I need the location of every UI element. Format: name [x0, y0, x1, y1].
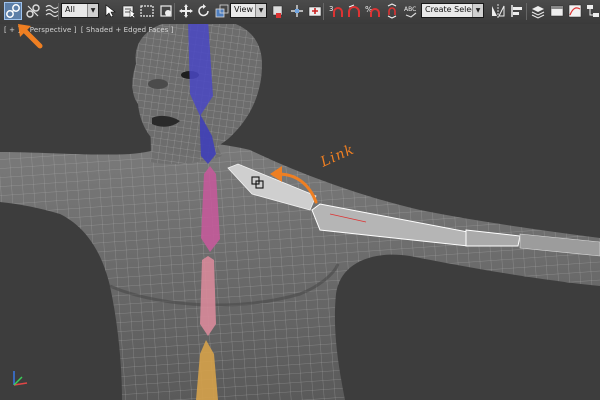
manipulate-icon	[291, 5, 303, 17]
viewport-shading-mode[interactable]: [ Shaded + Edged Faces ]	[81, 26, 174, 34]
toolbar-separator	[174, 3, 175, 20]
rotate-icon	[198, 4, 209, 17]
axis-tripod-icon	[13, 371, 28, 386]
named-selection-icon: ABC	[404, 6, 417, 18]
layers-icon	[531, 6, 545, 19]
window-crossing-icon	[160, 5, 172, 17]
main-toolbar: All ▼ View ▼ 3 % ABC Create Sele ▼	[0, 0, 600, 25]
pivot-center-button[interactable]	[269, 2, 287, 20]
toolbar-separator	[526, 3, 527, 20]
pivot-center-icon	[272, 5, 283, 18]
keyboard-override-icon	[308, 6, 322, 17]
chevron-down-icon: ▼	[255, 4, 266, 17]
character-mesh	[0, 24, 600, 400]
svg-text:3: 3	[329, 5, 333, 13]
layer-manager-button[interactable]	[529, 2, 547, 20]
window-crossing-button[interactable]	[157, 2, 175, 20]
move-arrows-icon	[179, 4, 193, 18]
perspective-viewport[interactable]: [ + ] [ Perspective ] [ Shaded + Edged F…	[0, 24, 600, 400]
spinner-snap-icon	[387, 3, 397, 19]
chevron-down-icon: ▼	[472, 4, 483, 17]
selection-filter-value: All	[65, 5, 75, 14]
rectangle-region-icon	[140, 5, 154, 17]
select-and-link-button[interactable]	[4, 2, 22, 20]
percent-snap-button[interactable]: %	[364, 2, 382, 20]
select-by-name-button[interactable]	[120, 2, 138, 20]
align-button[interactable]	[508, 2, 526, 20]
toolbar-separator	[58, 3, 59, 20]
ribbon-toggle-icon	[550, 5, 564, 17]
select-and-scale-button[interactable]	[213, 2, 231, 20]
schematic-view-button[interactable]	[584, 2, 600, 20]
curve-editor-icon	[568, 4, 582, 18]
select-cursor-icon	[105, 4, 116, 18]
unlink-selection-button[interactable]	[24, 2, 42, 20]
named-selection-dropdown[interactable]: Create Selection Se ▼	[421, 3, 484, 18]
percent-snap-icon: %	[365, 5, 380, 17]
reference-coordinate-dropdown[interactable]: View ▼	[230, 3, 267, 18]
align-icon	[511, 5, 522, 17]
select-object-button[interactable]	[101, 2, 119, 20]
selection-filter-dropdown[interactable]: All ▼	[61, 3, 99, 18]
unlink-icon	[26, 4, 40, 18]
viewport-scene	[0, 24, 600, 400]
tool-highlight-arrow	[18, 24, 43, 49]
rectangular-selection-button[interactable]	[138, 2, 156, 20]
select-manipulate-button[interactable]	[288, 2, 306, 20]
select-and-move-button[interactable]	[177, 2, 195, 20]
mirror-icon	[492, 4, 505, 18]
edit-named-selection-button[interactable]: ABC	[402, 2, 420, 20]
toolbar-separator	[323, 3, 324, 20]
spinner-snap-button[interactable]	[383, 2, 401, 20]
curve-editor-button[interactable]	[566, 2, 584, 20]
reference-coordinate-value: View	[234, 5, 253, 14]
link-chain-icon	[6, 4, 20, 18]
snap-3d-icon: 3	[329, 5, 343, 17]
chevron-down-icon: ▼	[87, 4, 98, 17]
schematic-view-icon	[587, 5, 599, 17]
angle-snap-icon	[348, 4, 360, 17]
svg-text:ABC: ABC	[404, 6, 416, 13]
spine-bone-lower[interactable]	[200, 256, 216, 336]
scale-icon	[215, 4, 229, 18]
select-by-name-icon	[122, 5, 136, 19]
mirror-button[interactable]	[489, 2, 507, 20]
select-and-rotate-button[interactable]	[195, 2, 213, 20]
angle-snap-button[interactable]	[345, 2, 363, 20]
snaps-toggle-button[interactable]: 3	[327, 2, 345, 20]
keyboard-shortcut-override-button[interactable]	[306, 2, 324, 20]
graphite-modeling-tools-button[interactable]	[548, 2, 566, 20]
